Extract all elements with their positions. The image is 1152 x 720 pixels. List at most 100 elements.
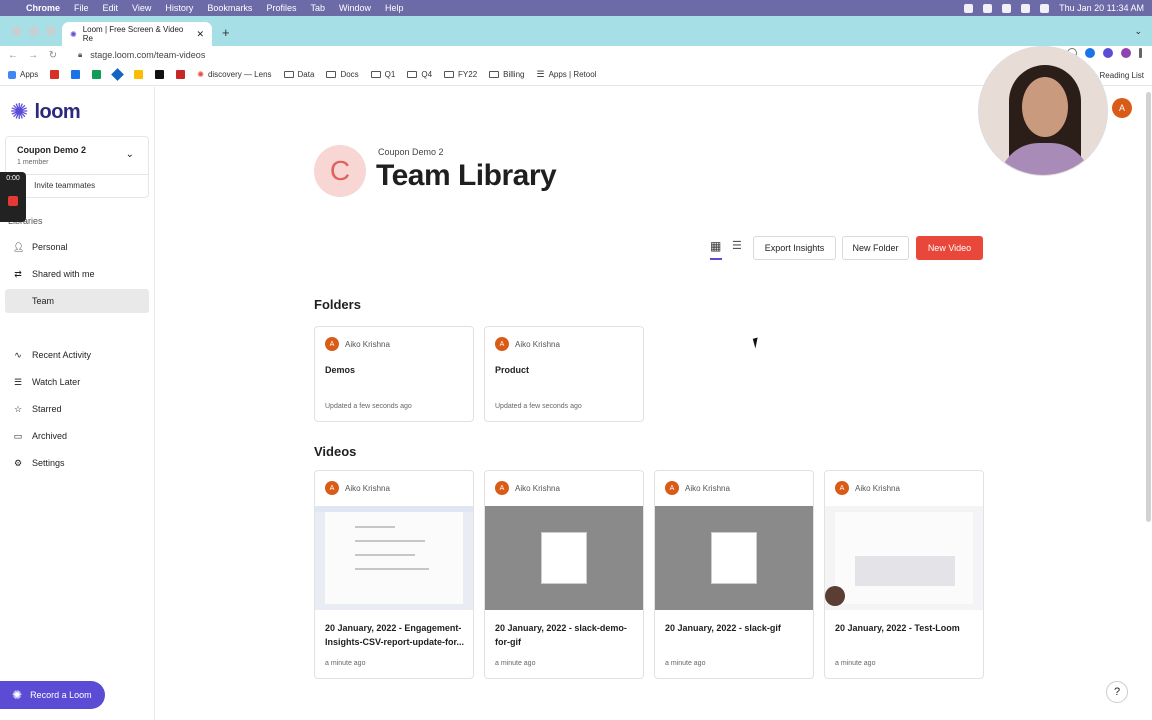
sidebar-item-team[interactable]: Team [5, 289, 149, 313]
loom-extension-icon[interactable] [1103, 48, 1113, 58]
bookmark-discovery[interactable]: ✺ discovery — Lens [197, 70, 271, 79]
menu-edit[interactable]: Edit [103, 3, 119, 13]
extension-icon[interactable] [1085, 48, 1095, 58]
chevron-down-icon[interactable]: ⌄ [126, 149, 134, 160]
bookmark-retool[interactable]: ☰ Apps | Retool [536, 69, 596, 80]
video-thumbnail[interactable] [315, 506, 473, 610]
gmail-icon[interactable] [50, 70, 60, 79]
sidebar-item-starred[interactable]: ☆ Starred [5, 397, 149, 421]
tab-search-icon[interactable]: ⌄ [1134, 26, 1142, 37]
video-owner: A Aiko Krishna [835, 481, 900, 495]
divider [6, 174, 148, 175]
bookmark-icon[interactable] [111, 68, 125, 81]
lock-icon[interactable]: 🔒︎ [78, 50, 82, 60]
profile-avatar[interactable] [1121, 48, 1131, 58]
bookmark-billing[interactable]: Billing [489, 70, 524, 79]
video-card[interactable]: A Aiko Krishna 20 January, 2022 - slack-… [654, 470, 814, 679]
loom-logo[interactable]: ✺ loom [10, 99, 81, 125]
menu-tab[interactable]: Tab [310, 3, 325, 13]
url-text[interactable]: stage.loom.com/team-videos [90, 50, 205, 60]
sidebar-item-watch-later[interactable]: ☰ Watch Later [5, 370, 149, 394]
gear-icon: ⚙ [13, 458, 23, 468]
forward-button[interactable]: → [26, 50, 40, 61]
menu-app[interactable]: Chrome [26, 3, 60, 13]
video-card[interactable]: A Aiko Krishna 20 January, 2022 - slack-… [484, 470, 644, 679]
menu-view[interactable]: View [132, 3, 151, 13]
thumb-line [355, 568, 429, 570]
sidebar-item-shared[interactable]: ⇄ Shared with me [5, 262, 149, 286]
drive-icon[interactable] [92, 70, 102, 79]
video-thumbnail[interactable] [485, 506, 643, 610]
zoom-window-button[interactable] [46, 26, 56, 36]
bookmark-docs[interactable]: Docs [326, 70, 359, 79]
wifi-icon[interactable] [1021, 3, 1031, 13]
menu-file[interactable]: File [74, 3, 89, 13]
search-icon[interactable] [1040, 3, 1050, 13]
close-window-button[interactable] [12, 26, 22, 36]
bookmark-data[interactable]: Data [283, 70, 314, 79]
status-icon[interactable] [1002, 3, 1012, 13]
bookmark-q1[interactable]: Q1 [370, 70, 395, 79]
video-title[interactable]: 20 January, 2022 - slack-demo-for-gif [495, 621, 637, 649]
video-thumbnail[interactable] [655, 506, 813, 610]
tab-bar: ✺ Loom | Free Screen & Video Re ✕ + ⌄ [0, 16, 1152, 46]
folder-icon [370, 71, 381, 78]
video-thumbnail[interactable] [825, 506, 983, 610]
list-view-icon[interactable]: ☰ [732, 239, 742, 252]
bookmark-q4[interactable]: Q4 [407, 70, 432, 79]
menu-history[interactable]: History [165, 3, 193, 13]
status-icon[interactable] [964, 3, 974, 13]
video-title[interactable]: 20 January, 2022 - Test-Loom [835, 621, 977, 635]
menu-window[interactable]: Window [339, 3, 371, 13]
folder-card[interactable]: A Aiko Krishna Product Updated a few sec… [484, 326, 644, 422]
workspace-switcher[interactable]: Coupon Demo 2 1 member ⌄ 👤︎ Invite teamm… [5, 136, 149, 198]
bookmark-icon[interactable] [176, 70, 186, 79]
bookmarks-bar: Apps ✺ discovery — Lens Data Docs Q1 Q4 F… [0, 64, 1152, 86]
sidebar-item-settings[interactable]: ⚙ Settings [5, 451, 149, 475]
lens-icon: ✺ [197, 70, 204, 79]
more-icon[interactable] [1139, 48, 1142, 58]
calendar-icon[interactable] [71, 70, 81, 79]
thumb-block [855, 556, 955, 586]
minimize-window-button[interactable] [29, 26, 39, 36]
user-avatar[interactable]: A [1112, 98, 1132, 118]
bookmark-fy22[interactable]: FY22 [444, 70, 477, 79]
workspace-name: Coupon Demo 2 [17, 145, 86, 155]
record-a-loom-button[interactable]: ✺ Record a Loom [0, 681, 105, 709]
video-owner: A Aiko Krishna [665, 481, 730, 495]
bookmark-icon[interactable] [155, 70, 165, 79]
thumb-line [355, 540, 425, 542]
menu-bookmarks[interactable]: Bookmarks [207, 3, 252, 13]
bookmark-apps[interactable]: Apps [8, 70, 38, 79]
bookmark-icon[interactable] [134, 70, 144, 79]
folder-icon [444, 71, 455, 78]
close-tab-icon[interactable]: ✕ [196, 29, 204, 40]
video-title[interactable]: 20 January, 2022 - Engagement-Insights-C… [325, 621, 467, 649]
video-card[interactable]: A Aiko Krishna 20 January, 2022 - Test-L… [824, 470, 984, 679]
new-video-button[interactable]: New Video [916, 236, 983, 260]
sidebar-item-personal[interactable]: 👤︎ Personal [5, 235, 149, 259]
reload-button[interactable]: ↻ [46, 50, 60, 61]
stop-recording-button[interactable] [8, 196, 18, 206]
grid-view-icon[interactable]: ▦ [710, 239, 721, 253]
browser-tab[interactable]: ✺ Loom | Free Screen & Video Re ✕ [62, 22, 212, 46]
reading-list[interactable]: Reading List [1100, 71, 1144, 80]
export-insights-button[interactable]: Export Insights [753, 236, 836, 260]
back-button[interactable]: ← [6, 50, 20, 61]
sidebar-item-archived[interactable]: ▭ Archived [5, 424, 149, 448]
menu-help[interactable]: Help [385, 3, 404, 13]
camera-bubble[interactable] [978, 46, 1108, 176]
menu-profiles[interactable]: Profiles [266, 3, 296, 13]
scrollbar[interactable] [1146, 92, 1151, 522]
new-tab-button[interactable]: + [222, 25, 230, 40]
sidebar-item-recent-activity[interactable]: ∿ Recent Activity [5, 343, 149, 367]
clock[interactable]: Thu Jan 20 11:34 AM [1059, 3, 1144, 13]
help-button[interactable]: ? [1106, 681, 1128, 703]
invite-teammates-button[interactable]: 👤︎ Invite teammates [16, 181, 95, 190]
video-card[interactable]: A Aiko Krishna 20 January, 2022 - Engage… [314, 470, 474, 679]
address-bar[interactable]: 🔒︎ stage.loom.com/team-videos [70, 47, 950, 63]
video-title[interactable]: 20 January, 2022 - slack-gif [665, 621, 807, 635]
status-icon[interactable] [983, 3, 993, 13]
folder-card[interactable]: A Aiko Krishna Demos Updated a few secon… [314, 326, 474, 422]
new-folder-button[interactable]: New Folder [842, 236, 909, 260]
